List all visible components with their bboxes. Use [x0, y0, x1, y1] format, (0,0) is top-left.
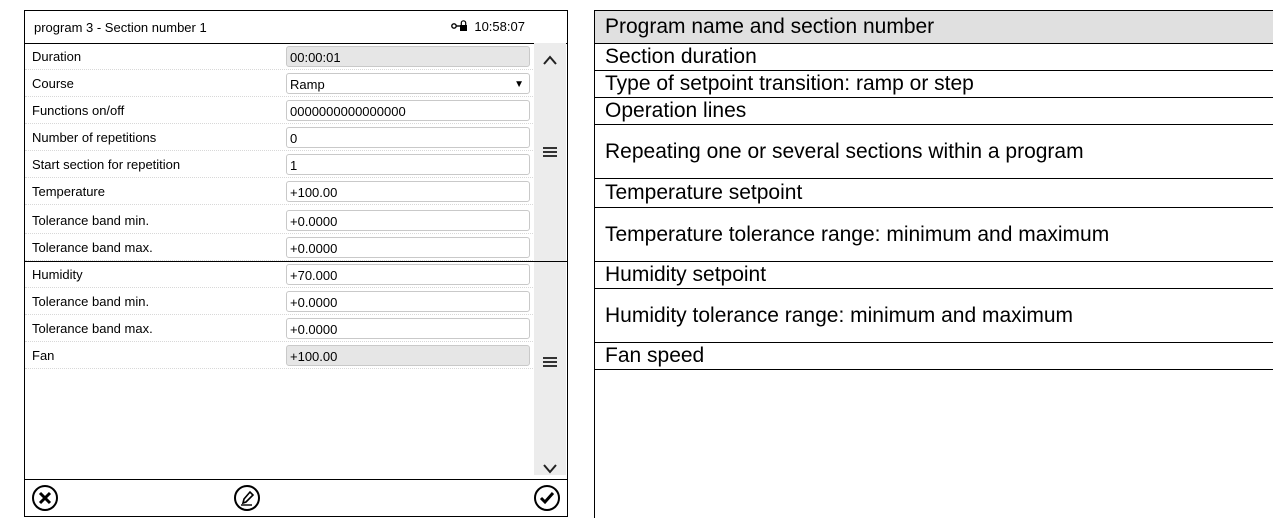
parameter-row-hum-tol-max: Tolerance band max. +0.0000 — [25, 315, 533, 342]
program-section-title: program 3 - Section number 1 — [34, 20, 207, 35]
button-bar — [25, 479, 567, 517]
row-label: Duration — [32, 49, 82, 64]
humidity-tolerance-min-field[interactable]: +0.0000 — [286, 291, 530, 312]
parameter-row-humidity: Humidity +70.000 — [25, 261, 533, 288]
row-label: Functions on/off — [32, 103, 125, 118]
menu-lines-icon[interactable] — [534, 139, 566, 165]
clock: 10:58:07 — [451, 19, 525, 34]
fan-field[interactable]: +100.00 — [286, 345, 530, 366]
row-label: Number of repetitions — [32, 130, 157, 145]
course-value: Ramp — [290, 77, 325, 92]
parameter-row-functions: Functions on/off 0000000000000000 — [25, 97, 533, 124]
temp-tolerance-min-field[interactable]: +0.0000 — [286, 210, 530, 231]
humidity-field[interactable]: +70.000 — [286, 264, 530, 285]
parameter-row-repetitions: Number of repetitions 0 — [25, 124, 533, 151]
course-dropdown[interactable]: Ramp ▼ — [286, 73, 530, 94]
description-row: Type of setpoint transition: ramp or ste… — [595, 71, 1273, 98]
row-label: Tolerance band min. — [32, 294, 150, 309]
description-row: Operation lines — [595, 98, 1273, 125]
key-lock-icon — [451, 20, 471, 34]
cancel-icon — [32, 485, 58, 511]
parameter-row-temp-tol-min: Tolerance band min. +0.0000 — [25, 207, 533, 234]
parameter-row-course: Course Ramp ▼ — [25, 70, 533, 97]
title-bar: program 3 - Section number 1 10:58:07 — [25, 11, 567, 44]
description-row: Humidity setpoint — [595, 262, 1273, 289]
confirm-button[interactable] — [533, 484, 561, 512]
row-label: Fan — [32, 348, 55, 363]
edit-button[interactable] — [233, 484, 261, 512]
description-row: Repeating one or several sections within… — [595, 125, 1273, 179]
edit-pencil-icon — [234, 485, 260, 511]
parameter-row-temperature: Temperature +100.00 — [25, 178, 533, 205]
dropdown-arrow-icon: ▼ — [514, 79, 524, 90]
description-row: Temperature tolerance range: minimum and… — [595, 208, 1273, 262]
parameter-row-duration: Duration 00:00:01 — [25, 43, 533, 70]
description-row: Temperature setpoint — [595, 179, 1273, 208]
parameter-row-start-section: Start section for repetition 1 — [25, 151, 533, 178]
row-label: Temperature — [32, 184, 105, 199]
description-row: Section duration — [595, 44, 1273, 71]
scrollbar-upper[interactable] — [534, 43, 566, 259]
row-label: Humidity — [32, 267, 83, 282]
chevron-down-icon[interactable] — [534, 455, 566, 481]
description-row: Humidity tolerance range: minimum and ma… — [595, 289, 1273, 343]
temperature-field[interactable]: +100.00 — [286, 181, 530, 202]
device-screen: program 3 - Section number 1 10:58:07 Du… — [24, 10, 568, 517]
cancel-button[interactable] — [31, 484, 59, 512]
scrollbar-lower[interactable] — [534, 259, 566, 475]
duration-field[interactable]: 00:00:01 — [286, 46, 530, 67]
clock-time: 10:58:07 — [474, 19, 525, 34]
row-label: Start section for repetition — [32, 157, 181, 172]
temp-tolerance-max-field[interactable]: +0.0000 — [286, 237, 530, 258]
row-label: Course — [32, 76, 74, 91]
functions-field[interactable]: 0000000000000000 — [286, 100, 530, 121]
menu-lines-icon[interactable] — [534, 349, 566, 375]
repetitions-field[interactable]: 0 — [286, 127, 530, 148]
parameter-row-temp-tol-max: Tolerance band max. +0.0000 — [25, 234, 533, 261]
humidity-tolerance-max-field[interactable]: +0.0000 — [286, 318, 530, 339]
parameter-row-fan: Fan +100.00 — [25, 342, 533, 369]
chevron-up-icon[interactable] — [534, 46, 566, 72]
row-label: Tolerance band min. — [32, 213, 150, 228]
row-label: Tolerance band max. — [32, 321, 153, 336]
parameter-row-hum-tol-min: Tolerance band min. +0.0000 — [25, 288, 533, 315]
check-icon — [534, 485, 560, 511]
description-table: Program name and section number Section … — [594, 10, 1273, 518]
row-label: Tolerance band max. — [32, 240, 153, 255]
start-section-field[interactable]: 1 — [286, 154, 530, 175]
description-row: Fan speed — [595, 343, 1273, 370]
description-header: Program name and section number — [595, 10, 1273, 44]
